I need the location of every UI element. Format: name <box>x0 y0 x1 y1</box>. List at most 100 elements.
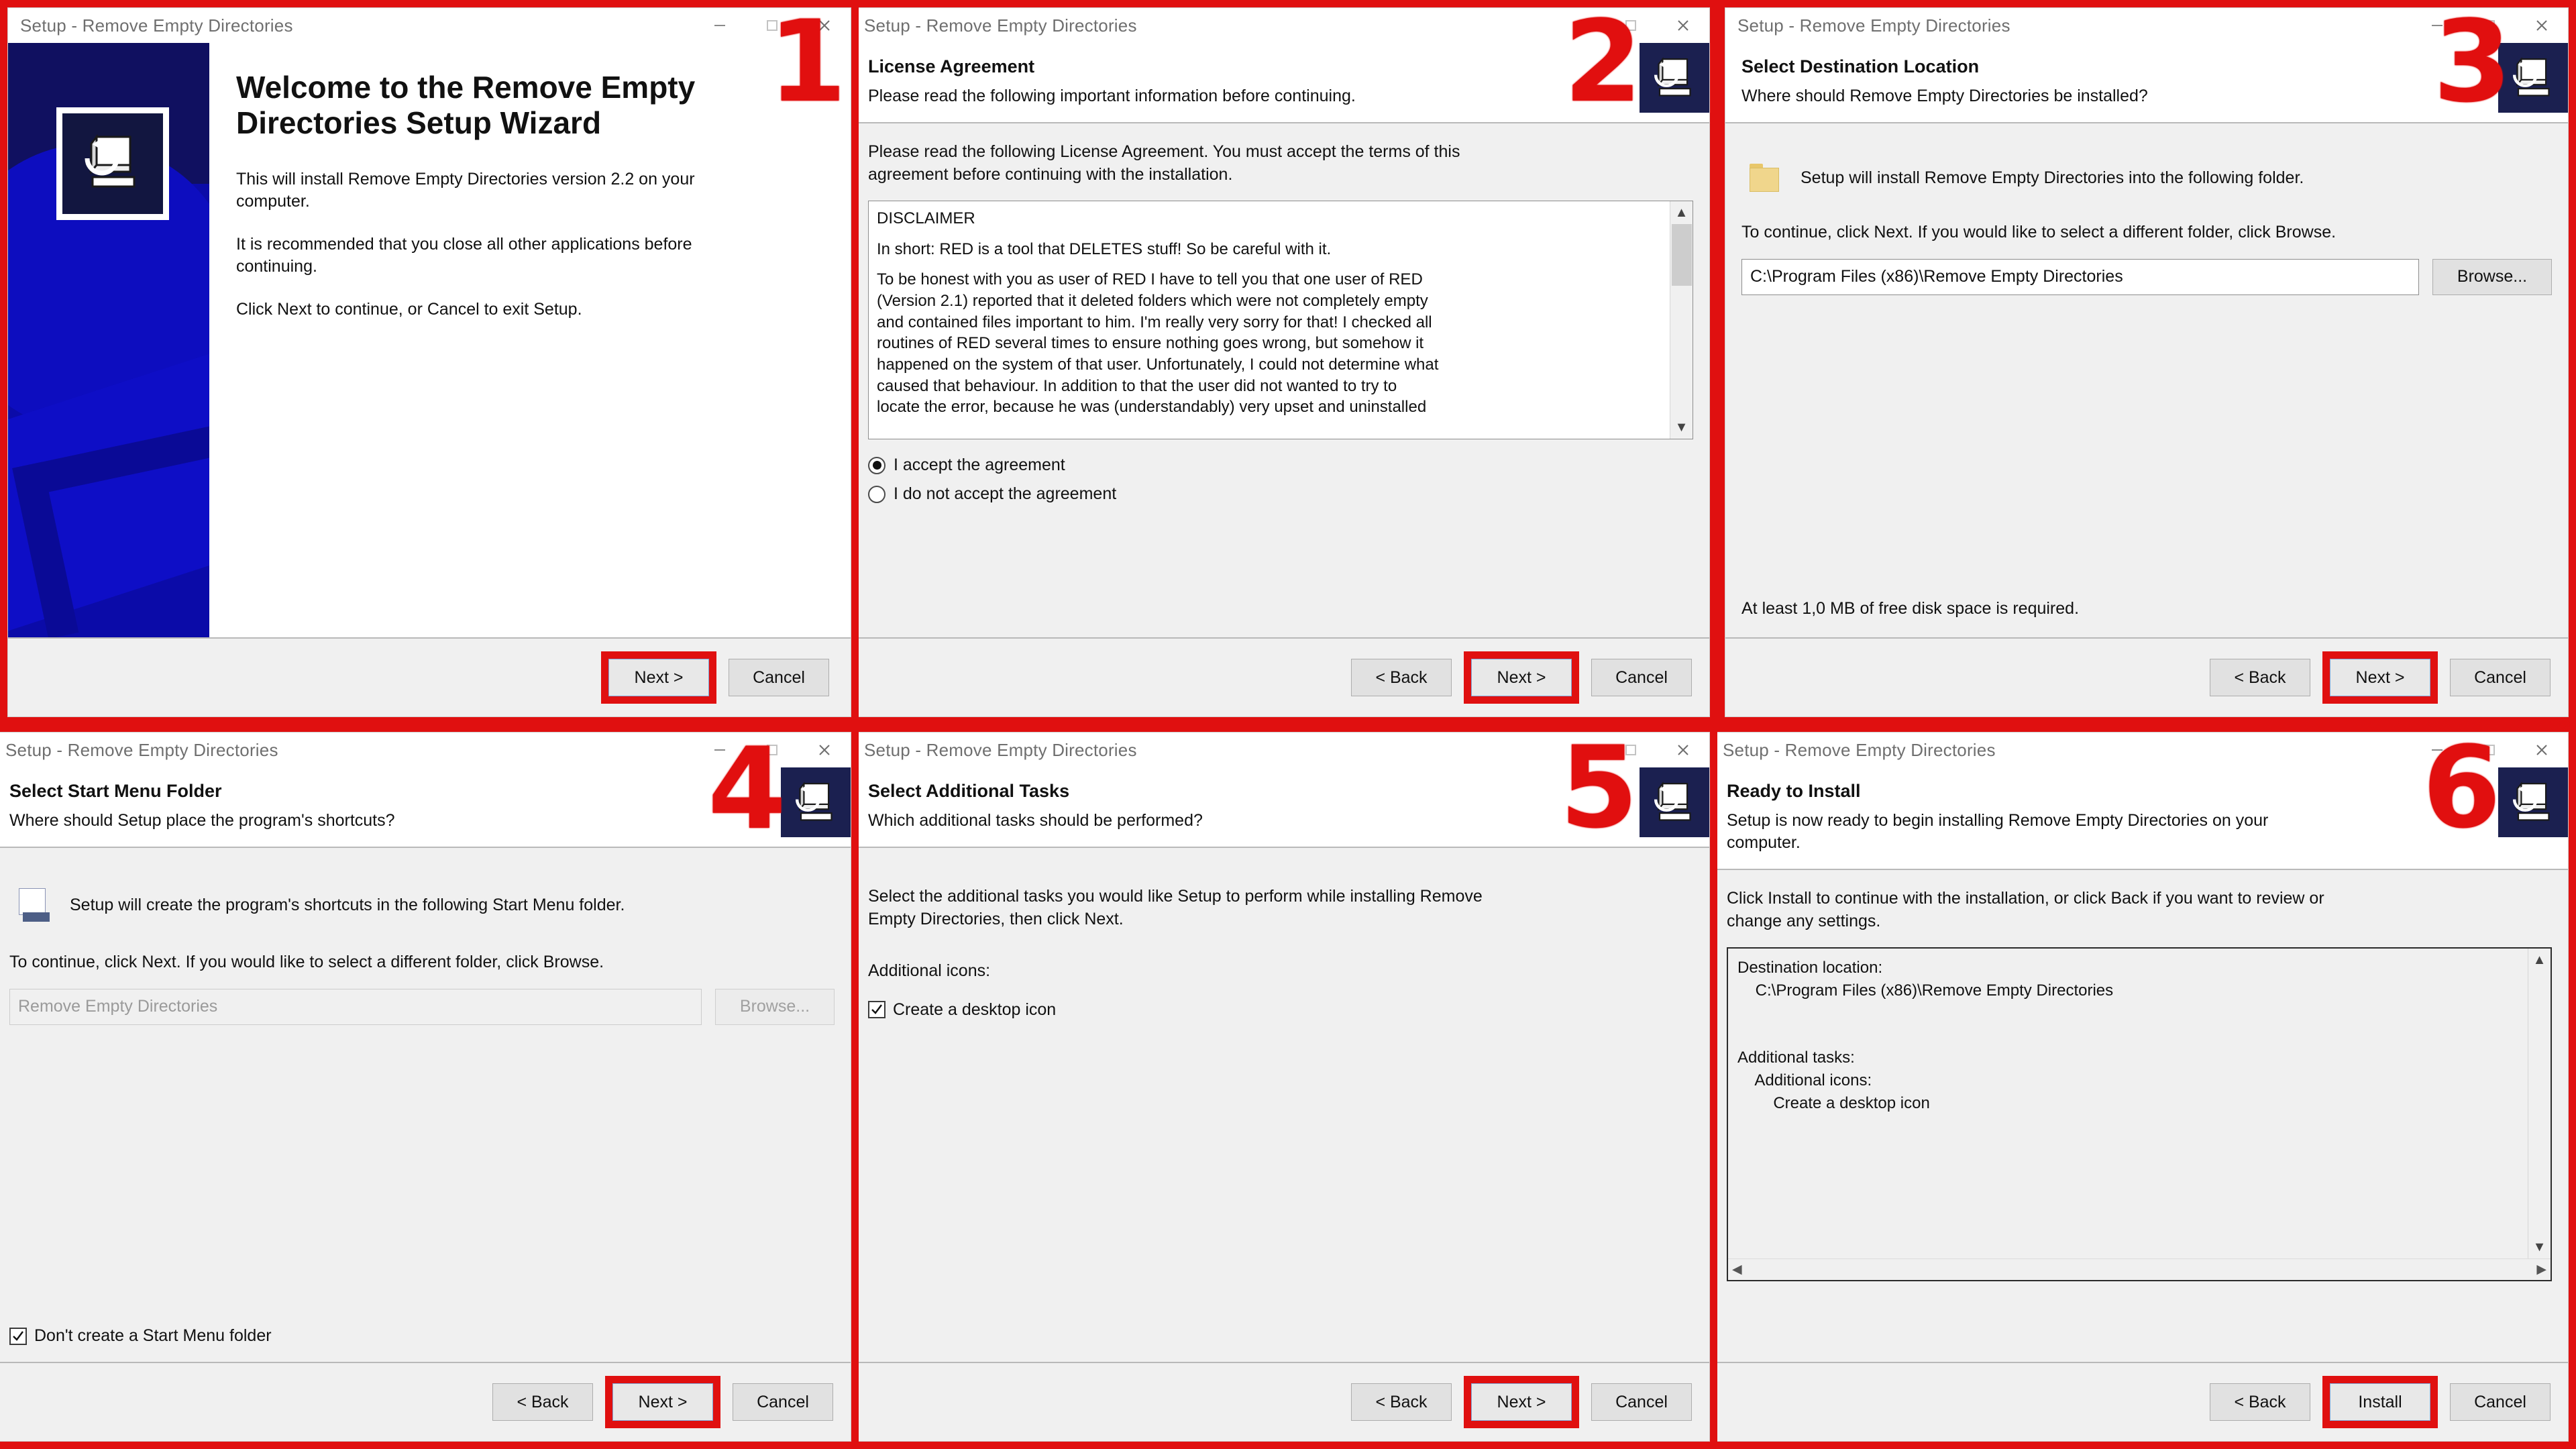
ready-intro: Click Install to continue with the insta… <box>1727 889 2324 930</box>
scroll-right-icon[interactable]: ▶ <box>2536 1262 2546 1277</box>
radio-accept[interactable]: I accept the agreement <box>868 455 1693 475</box>
scrollbar-track[interactable] <box>1670 286 1693 416</box>
browse-button[interactable]: Browse... <box>2432 258 2552 295</box>
close-icon[interactable] <box>798 8 851 43</box>
license-scrollbar[interactable]: ▲ ▼ <box>1670 201 1693 439</box>
back-button[interactable]: < Back <box>1351 659 1452 696</box>
close-icon[interactable] <box>2516 8 2568 43</box>
back-button[interactable]: < Back <box>1351 1383 1452 1421</box>
checkbox-input[interactable] <box>9 1327 27 1345</box>
summary-vertical-scrollbar[interactable]: ▲ ▼ <box>2528 949 2551 1258</box>
setup-window-5: Setup - Remove Empty Directories Select … <box>859 732 1710 1442</box>
license-line: locate the error, because he was (unders… <box>877 398 1427 417</box>
maximize-icon[interactable] <box>1605 733 1657 767</box>
cancel-button[interactable]: Cancel <box>2450 1383 2551 1421</box>
ready-body: Click Install to continue with the insta… <box>1717 870 2568 1362</box>
scroll-down-icon[interactable]: ▼ <box>1670 416 1693 439</box>
page-title: License Agreement <box>868 56 1035 76</box>
minimize-icon[interactable] <box>1552 733 1605 767</box>
step-panel-5: Setup - Remove Empty Directories Select … <box>859 724 1717 1449</box>
scrollbar-thumb[interactable] <box>1671 224 1692 286</box>
checkbox-label: Don't create a Start Menu folder <box>34 1326 272 1345</box>
summary-line <box>1737 1024 2518 1047</box>
scrollbar-track[interactable] <box>2528 971 2551 1236</box>
create-desktop-icon-checkbox[interactable]: Create a desktop icon <box>868 1000 1693 1020</box>
destination-continue-note: To continue, click Next. If you would li… <box>1741 223 2337 241</box>
radio-accept-input[interactable] <box>868 456 885 474</box>
window-title: Setup - Remove Empty Directories <box>5 739 278 760</box>
minimize-icon[interactable] <box>694 8 746 43</box>
window-controls <box>694 733 851 767</box>
close-icon[interactable] <box>2516 733 2568 767</box>
destination-path-row: C:\Program Files (x86)\Remove Empty Dire… <box>1741 258 2552 295</box>
window-title: Setup - Remove Empty Directories <box>864 15 1137 36</box>
maximize-icon[interactable] <box>1605 8 1657 43</box>
checkbox-input[interactable] <box>868 1001 885 1018</box>
close-icon[interactable] <box>1657 8 1709 43</box>
minimize-icon[interactable] <box>694 733 746 767</box>
minimize-icon[interactable] <box>2411 733 2463 767</box>
maximize-icon[interactable] <box>746 8 798 43</box>
license-body: Please read the following License Agreem… <box>859 123 1709 637</box>
setup-window-2: Setup - Remove Empty Directories License… <box>859 7 1710 717</box>
footer-1: Next > Cancel <box>8 637 851 716</box>
cancel-button[interactable]: Cancel <box>1591 1383 1692 1421</box>
folder-icon <box>1750 164 1780 192</box>
destination-path-input[interactable]: C:\Program Files (x86)\Remove Empty Dire… <box>1741 258 2419 295</box>
close-icon[interactable] <box>798 733 851 767</box>
welcome-body: Welcome to the Remove Empty Directories … <box>8 43 851 637</box>
cancel-button[interactable]: Cancel <box>733 1383 833 1421</box>
maximize-icon[interactable] <box>746 733 798 767</box>
next-button[interactable]: Next > <box>608 659 709 696</box>
browse-button[interactable]: Browse... <box>715 988 835 1025</box>
startmenu-folder-input[interactable]: Remove Empty Directories <box>9 988 702 1025</box>
maximize-icon[interactable] <box>2463 8 2516 43</box>
next-button[interactable]: Next > <box>2330 659 2430 696</box>
summary-memo[interactable]: Destination location: C:\Program Files (… <box>1727 947 2552 1281</box>
scroll-left-icon[interactable]: ◀ <box>1732 1262 1742 1277</box>
window-controls <box>1552 8 1709 43</box>
license-line: and contained files important to him. I'… <box>877 313 1432 331</box>
cancel-button[interactable]: Cancel <box>2450 659 2551 696</box>
next-button-highlight: Next > <box>1464 1376 1579 1428</box>
back-button[interactable]: < Back <box>2210 659 2310 696</box>
minimize-icon[interactable] <box>1552 8 1605 43</box>
title-bar: Setup - Remove Empty Directories <box>1725 8 2568 43</box>
summary-horizontal-scrollbar[interactable]: ◀ ▶ <box>1728 1258 2551 1280</box>
maximize-icon[interactable] <box>2463 733 2516 767</box>
summary-line: Additional icons: <box>1737 1071 1872 1089</box>
summary-line: C:\Program Files (x86)\Remove Empty Dire… <box>1737 981 2114 1000</box>
scroll-up-icon[interactable]: ▲ <box>1670 201 1693 224</box>
destination-body: Setup will install Remove Empty Director… <box>1725 123 2568 637</box>
additional-tasks-body: Select the additional tasks you would li… <box>859 848 1709 1362</box>
start-menu-folder-icon <box>17 888 50 922</box>
footer-6: < Back Install Cancel <box>1717 1362 2568 1441</box>
summary-text: Destination location: C:\Program Files (… <box>1728 949 2528 1258</box>
next-button[interactable]: Next > <box>612 1383 713 1421</box>
cancel-button[interactable]: Cancel <box>729 659 829 696</box>
next-button[interactable]: Next > <box>1471 659 1572 696</box>
next-button-highlight: Next > <box>1464 651 1579 704</box>
cancel-button[interactable]: Cancel <box>1591 659 1692 696</box>
setup-window-4: Setup - Remove Empty Directories Select … <box>0 732 851 1442</box>
startmenu-continue-note: To continue, click Next. If you would li… <box>9 953 604 971</box>
license-textbox[interactable]: DISCLAIMER In short: RED is a tool that … <box>868 201 1693 439</box>
page-title: Select Additional Tasks <box>868 781 1070 801</box>
window-controls <box>1552 733 1709 767</box>
page-title: Select Start Menu Folder <box>9 781 222 801</box>
next-button-highlight: Next > <box>605 1376 720 1428</box>
radio-decline-input[interactable] <box>868 485 885 503</box>
next-button[interactable]: Next > <box>1471 1383 1572 1421</box>
dont-create-startmenu-checkbox[interactable]: Don't create a Start Menu folder <box>9 1326 272 1346</box>
welcome-heading: Welcome to the Remove Empty Directories … <box>236 70 696 141</box>
close-icon[interactable] <box>1657 733 1709 767</box>
back-button[interactable]: < Back <box>2210 1383 2310 1421</box>
install-button[interactable]: Install <box>2330 1383 2430 1421</box>
minimize-icon[interactable] <box>2411 8 2463 43</box>
startmenu-note-row: Setup will create the program's shortcut… <box>17 888 835 922</box>
scroll-up-icon[interactable]: ▲ <box>2528 949 2551 971</box>
scroll-down-icon[interactable]: ▼ <box>2528 1236 2551 1258</box>
radio-decline[interactable]: I do not accept the agreement <box>868 484 1693 504</box>
back-button[interactable]: < Back <box>492 1383 593 1421</box>
welcome-content: Welcome to the Remove Empty Directories … <box>209 43 851 637</box>
